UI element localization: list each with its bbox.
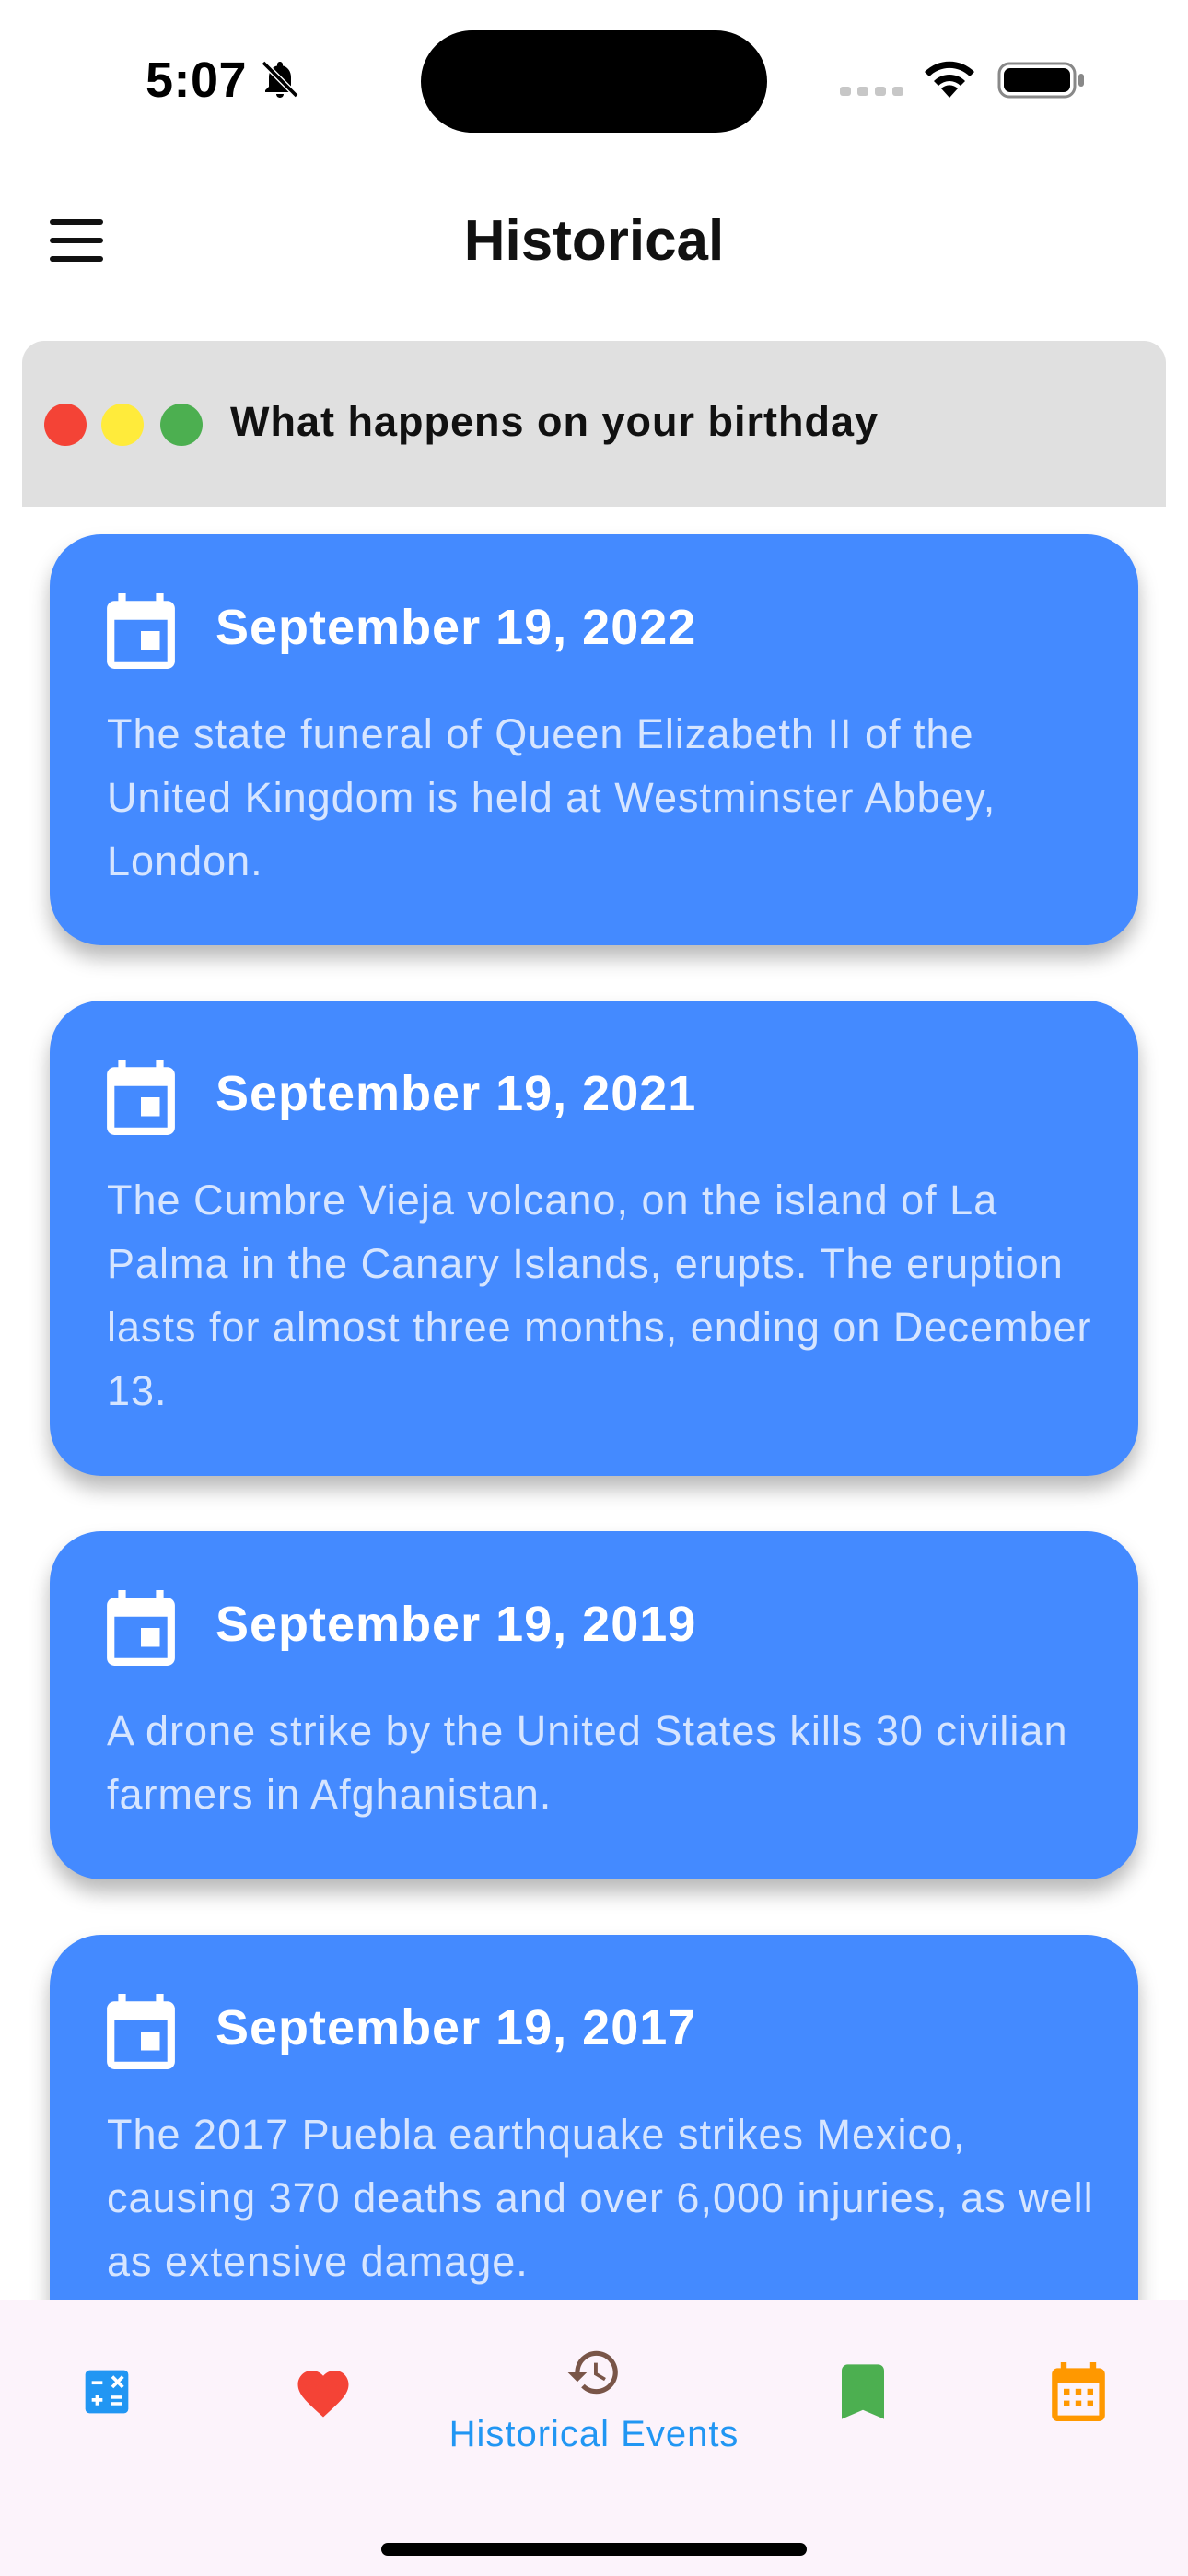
nav-label-historical-events: Historical Events bbox=[448, 2414, 740, 2454]
event-date: September 19, 2019 bbox=[215, 1597, 697, 1652]
bell-slash-icon bbox=[261, 60, 299, 99]
nav-item-historical-events[interactable]: Historical Events bbox=[435, 2300, 753, 2484]
event-date: September 19, 2022 bbox=[215, 600, 697, 655]
event-card[interactable]: September 19, 2017 The 2017 Puebla earth… bbox=[50, 1935, 1138, 2359]
wifi-icon bbox=[925, 61, 974, 98]
history-icon bbox=[567, 2350, 618, 2395]
status-time: 5:07 bbox=[146, 53, 248, 108]
event-description: A drone strike by the United States kill… bbox=[107, 1707, 1068, 1818]
calendar-icon bbox=[107, 1994, 175, 2069]
minimize-dot bbox=[101, 404, 144, 446]
calendar-icon bbox=[107, 1060, 175, 1135]
app-bar: Historical bbox=[0, 175, 1188, 313]
calendar-icon bbox=[107, 593, 175, 669]
event-card[interactable]: September 19, 2019 A drone strike by the… bbox=[50, 1531, 1138, 1879]
nav-item-calculator[interactable] bbox=[0, 2300, 214, 2484]
status-bar: 5:07 bbox=[0, 0, 1188, 157]
event-date: September 19, 2017 bbox=[215, 2000, 697, 2055]
window-title: What happens on your birthday bbox=[230, 398, 879, 445]
home-indicator[interactable] bbox=[381, 2543, 807, 2556]
window-header: What happens on your birthday bbox=[22, 341, 1166, 507]
event-description: The 2017 Puebla earthquake strikes Mexic… bbox=[107, 2111, 1094, 2285]
close-dot bbox=[44, 404, 87, 446]
event-card[interactable]: September 19, 2021 The Cumbre Vieja volc… bbox=[50, 1001, 1138, 1476]
event-description: The state funeral of Queen Elizabeth II … bbox=[107, 710, 996, 884]
calendar-icon bbox=[1052, 2362, 1105, 2421]
heart-icon bbox=[297, 2371, 349, 2418]
cellular-signal-icon bbox=[840, 87, 903, 96]
battery-icon bbox=[997, 62, 1084, 99]
nav-item-favorites[interactable] bbox=[214, 2300, 435, 2484]
page-title: Historical bbox=[463, 209, 725, 273]
event-date: September 19, 2021 bbox=[215, 1066, 697, 1121]
event-card[interactable]: September 19, 2022 The state funeral of … bbox=[50, 534, 1138, 945]
bottom-navigation: Historical Events bbox=[0, 2300, 1188, 2576]
dynamic-island bbox=[421, 30, 767, 133]
nav-item-calendar[interactable] bbox=[974, 2300, 1188, 2484]
screen: 5:07 Historical What happens on your bir… bbox=[0, 0, 1188, 2576]
bookmark-icon bbox=[842, 2364, 884, 2419]
nav-item-bookmarks[interactable] bbox=[753, 2300, 974, 2484]
maximize-dot bbox=[160, 404, 203, 446]
calculator-icon bbox=[85, 2370, 129, 2414]
calendar-icon bbox=[107, 1590, 175, 1666]
event-description: The Cumbre Vieja volcano, on the island … bbox=[107, 1177, 1092, 1414]
